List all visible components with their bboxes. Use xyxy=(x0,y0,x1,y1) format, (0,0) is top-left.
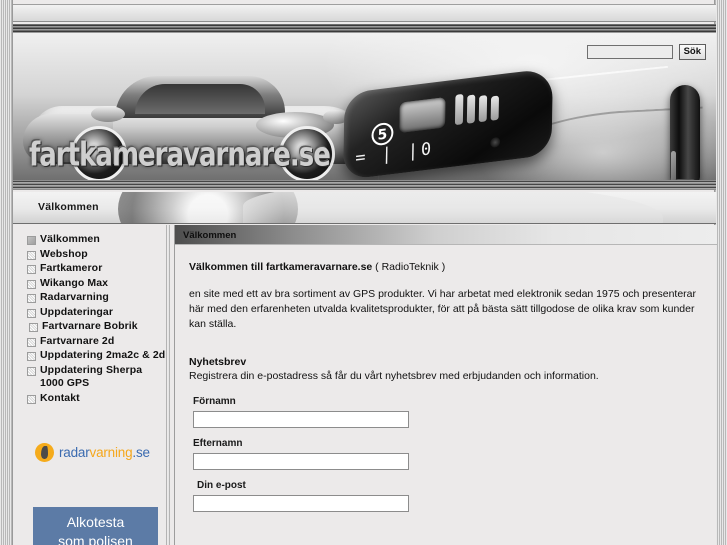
sidebar-item-webshop[interactable]: Webshop xyxy=(19,248,166,263)
content-inner: Välkommen till fartkameravarnare.se ( Ra… xyxy=(175,245,716,512)
page-root: 5 = | |0 fartkameravarnare.se Sök Välkom… xyxy=(0,0,727,545)
field-input-2[interactable] xyxy=(193,495,409,512)
sidebar-item-label: Radarvarning xyxy=(40,291,109,303)
sidebar-item-label: Välkommen xyxy=(40,233,100,245)
logo-text-part3: .se xyxy=(132,445,150,460)
radarvarning-logo[interactable]: radarvarning.se xyxy=(35,443,150,462)
sidebar-item-fartkameror[interactable]: Fartkameror xyxy=(19,262,166,277)
bullet-icon xyxy=(27,394,36,404)
content-header-bar: Välkommen xyxy=(175,225,717,245)
sidebar-item-radarvarning[interactable]: Radarvarning xyxy=(19,291,166,306)
welcome-paragraph: en site med ett av bra sortiment av GPS … xyxy=(189,288,696,330)
bullet-icon xyxy=(27,265,36,274)
banner-top-stripes xyxy=(13,24,716,33)
sidebar-item-kontakt[interactable]: Kontakt xyxy=(19,392,166,407)
antenna-device-image xyxy=(670,85,700,190)
main-content: Välkommen Välkommen till fartkameravarna… xyxy=(174,225,717,545)
welcome-lead: Välkommen till fartkameravarnare.se ( Ra… xyxy=(189,261,702,273)
site-wordmark: fartkameravarnare.se xyxy=(29,136,331,175)
sidebar-item-label: Kontakt xyxy=(40,391,80,404)
sidebar-item-label: Uppdatering Sherpa 1000 GPS xyxy=(40,363,143,390)
field-input-0[interactable] xyxy=(193,411,409,428)
page-shell: 5 = | |0 fartkameravarnare.se Sök Välkom… xyxy=(12,0,717,545)
alkotest-promo-line1: Alkotesta xyxy=(66,514,125,530)
bullet-icon xyxy=(27,366,36,376)
sidebar-item-fartvarnare-bobrik[interactable]: Fartvarnare Bobrik xyxy=(19,320,166,335)
sidebar-menu: Välkommen Webshop Fartkameror Wikango Max Ra… xyxy=(19,233,166,406)
site-banner: 5 = | |0 fartkameravarnare.se Sök xyxy=(13,24,716,190)
banner-bottom-stripes xyxy=(13,180,716,190)
welcome-lead-light: ( RadioTeknik ) xyxy=(372,261,446,273)
content-header-title: Välkommen xyxy=(183,230,237,241)
sidebar: Välkommen Webshop Fartkameror Wikango Max Ra… xyxy=(19,225,167,545)
bullet-icon xyxy=(27,294,36,303)
bullet-icon xyxy=(27,236,36,245)
sidebar-item-label: Wikango Max xyxy=(40,276,109,289)
device-display-digits: = | |0 xyxy=(355,138,435,169)
breadcrumb-bar: Välkommen xyxy=(13,192,716,224)
welcome-lead-bold: Välkommen till fartkameravarnare.se xyxy=(189,261,373,273)
search-input[interactable] xyxy=(586,45,673,59)
alkotest-promo-line2: som polisen xyxy=(58,533,133,545)
logo-text-part2: varning xyxy=(89,445,133,460)
search-submit-button[interactable]: Sök xyxy=(678,44,706,60)
bullet-icon xyxy=(27,352,36,361)
field-label-1: Efternamn xyxy=(193,438,243,449)
field-label-2: Din e-post xyxy=(197,480,246,491)
sidebar-item-uppdatering-sherpa-1000-gps[interactable]: Uppdatering Sherpa 1000 GPS xyxy=(19,364,166,392)
bullet-icon xyxy=(27,279,36,289)
field-input-1[interactable] xyxy=(193,453,409,470)
top-bar xyxy=(13,4,716,22)
page-body: Välkommen Webshop Fartkameror Wikango Max Ra… xyxy=(13,225,717,545)
sidebar-item-uppdateringar[interactable]: Uppdateringar xyxy=(19,306,166,321)
bullet-icon xyxy=(29,323,38,332)
newsletter-title: Nyhetsbrev xyxy=(189,356,247,368)
sidebar-item-label: Uppdateringar xyxy=(40,305,114,318)
sidebar-item-uppdatering-2ma2c-2d[interactable]: Uppdatering 2ma2c & 2d xyxy=(19,349,166,364)
sidebar-item-wikango-max[interactable]: Wikango Max xyxy=(19,277,166,292)
sidebar-item-label: Fartvarnare Bobrik xyxy=(42,320,138,332)
sidebar-item-label: Webshop xyxy=(40,247,88,260)
flame-icon xyxy=(35,443,54,462)
column-divider xyxy=(168,225,170,545)
sidebar-item-label: Uppdatering 2ma2c & 2d xyxy=(40,349,166,361)
bullet-icon xyxy=(27,250,36,260)
bullet-icon xyxy=(27,308,36,318)
breadcrumb-label: Välkommen xyxy=(38,201,99,213)
bullet-icon xyxy=(27,337,36,347)
search-form: Sök xyxy=(586,44,706,60)
logo-text-part1: radar xyxy=(59,445,90,460)
newsletter-description: Registrera din e-postadress så får du vå… xyxy=(189,370,599,382)
sidebar-item-v-lkommen[interactable]: Välkommen xyxy=(19,233,166,248)
sidebar-item-label: Fartkameror xyxy=(40,262,103,274)
alkotest-promo-banner[interactable]: Alkotesta som polisen xyxy=(33,507,158,545)
sidebar-item-label: Fartvarnare 2d xyxy=(40,334,115,347)
device-logo-glyph: 5 xyxy=(371,121,394,147)
field-label-0: Förnamn xyxy=(193,396,236,407)
sidebar-item-fartvarnare-2d[interactable]: Fartvarnare 2d xyxy=(19,335,166,350)
radarvarning-logo-text: radarvarning.se xyxy=(59,445,150,460)
newsletter-form: Förnamn Efternamn Din e-post xyxy=(189,396,702,512)
